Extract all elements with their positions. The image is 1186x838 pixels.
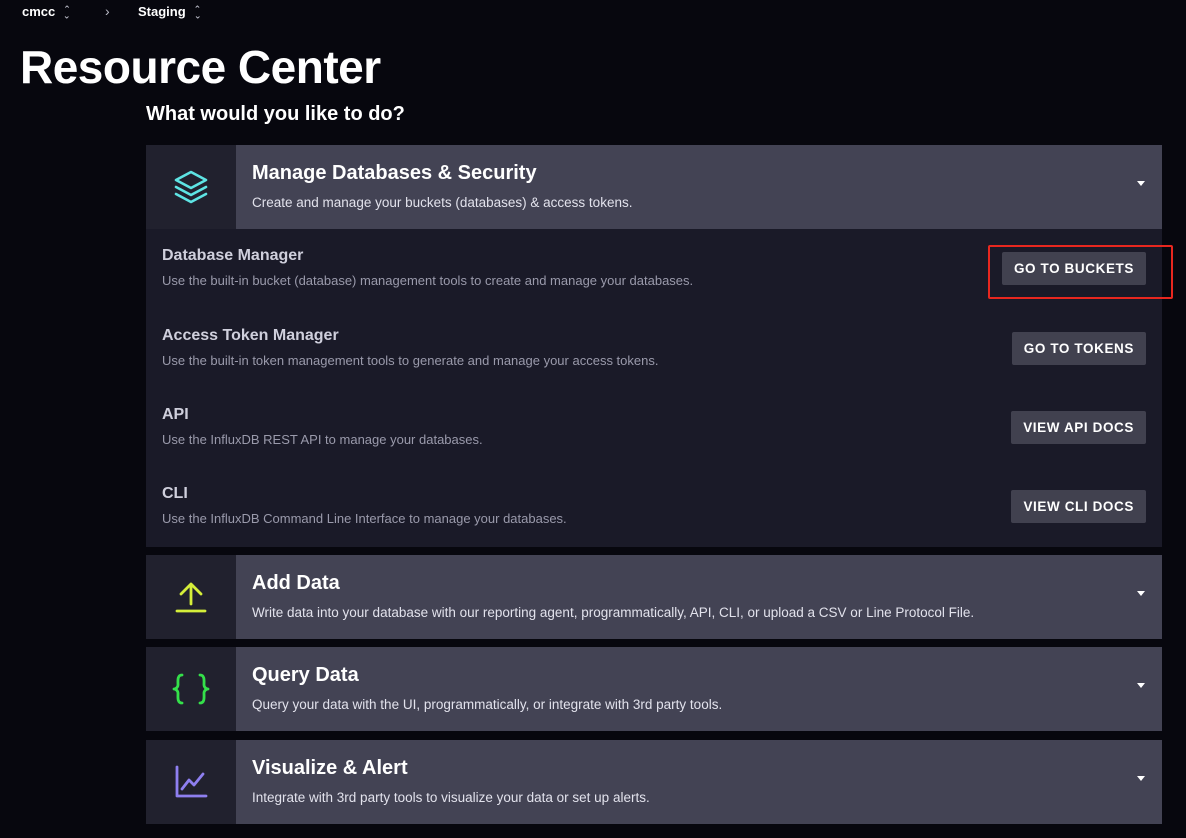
page-title: Resource Center bbox=[20, 41, 381, 93]
panel-description: Create and manage your buckets (database… bbox=[252, 195, 633, 210]
panel-description: Write data into your database with our r… bbox=[252, 605, 975, 620]
panel-add-data: Add Data Write data into your database w… bbox=[146, 555, 1162, 639]
panel-title: Manage Databases & Security bbox=[252, 162, 537, 184]
caret-down-icon[interactable] bbox=[1137, 591, 1145, 596]
caret-down-icon[interactable] bbox=[1137, 776, 1145, 781]
resource-row-access-token-manager: Access Token Manager Use the built-in to… bbox=[162, 327, 1146, 387]
panel-visualize-alert: Visualize & Alert Integrate with 3rd par… bbox=[146, 740, 1162, 824]
row-description: Use the built-in bucket (database) manag… bbox=[162, 273, 694, 288]
layers-icon bbox=[146, 145, 236, 229]
panel-title: Query Data bbox=[252, 664, 359, 686]
section-question: What would you like to do? bbox=[146, 103, 405, 125]
braces-icon bbox=[146, 647, 236, 731]
row-description: Use the InfluxDB REST API to manage your… bbox=[162, 432, 483, 447]
panel-title: Visualize & Alert bbox=[252, 757, 408, 779]
panel-header-visualize-alert[interactable]: Visualize & Alert Integrate with 3rd par… bbox=[146, 740, 1162, 824]
bucket-switcher[interactable]: Staging ⌃ ⌃ bbox=[138, 3, 202, 20]
go-to-tokens-button[interactable]: GO TO TOKENS bbox=[1011, 332, 1146, 365]
updown-chevron-icon: ⌃ ⌃ bbox=[193, 3, 202, 20]
caret-down-icon[interactable] bbox=[1137, 181, 1145, 186]
row-description: Use the InfluxDB Command Line Interface … bbox=[162, 511, 567, 526]
row-description: Use the built-in token management tools … bbox=[162, 353, 659, 368]
bucket-name: Staging bbox=[138, 4, 186, 19]
row-title: Access Token Manager bbox=[162, 327, 339, 344]
org-name: cmcc bbox=[22, 4, 56, 19]
row-title: Database Manager bbox=[162, 247, 304, 264]
panel-description: Integrate with 3rd party tools to visual… bbox=[252, 790, 650, 805]
row-title: CLI bbox=[162, 485, 188, 502]
line-chart-icon bbox=[146, 740, 236, 824]
breadcrumb-separator-icon: › bbox=[105, 3, 110, 19]
view-api-docs-button[interactable]: VIEW API DOCS bbox=[1011, 411, 1146, 444]
panel-header-manage-databases[interactable]: Manage Databases & Security Create and m… bbox=[146, 145, 1162, 229]
panel-manage-databases: Manage Databases & Security Create and m… bbox=[146, 145, 1162, 547]
resource-row-database-manager: Database Manager Use the built-in bucket… bbox=[162, 247, 1146, 307]
view-cli-docs-button[interactable]: VIEW CLI DOCS bbox=[1011, 490, 1146, 523]
org-switcher[interactable]: cmcc ⌃ ⌃ bbox=[22, 3, 71, 20]
panel-description: Query your data with the UI, programmati… bbox=[252, 697, 723, 712]
panel-header-query-data[interactable]: Query Data Query your data with the UI, … bbox=[146, 647, 1162, 731]
caret-down-icon[interactable] bbox=[1137, 683, 1145, 688]
panel-query-data: Query Data Query your data with the UI, … bbox=[146, 647, 1162, 731]
panel-title: Add Data bbox=[252, 572, 340, 594]
resource-row-cli: CLI Use the InfluxDB Command Line Interf… bbox=[162, 485, 1146, 545]
upload-icon bbox=[146, 555, 236, 639]
row-title: API bbox=[162, 406, 189, 423]
panel-header-add-data[interactable]: Add Data Write data into your database w… bbox=[146, 555, 1162, 639]
go-to-buckets-button[interactable]: GO TO BUCKETS bbox=[1001, 252, 1146, 285]
updown-chevron-icon: ⌃ ⌃ bbox=[63, 3, 71, 20]
resource-row-api: API Use the InfluxDB REST API to manage … bbox=[162, 406, 1146, 466]
